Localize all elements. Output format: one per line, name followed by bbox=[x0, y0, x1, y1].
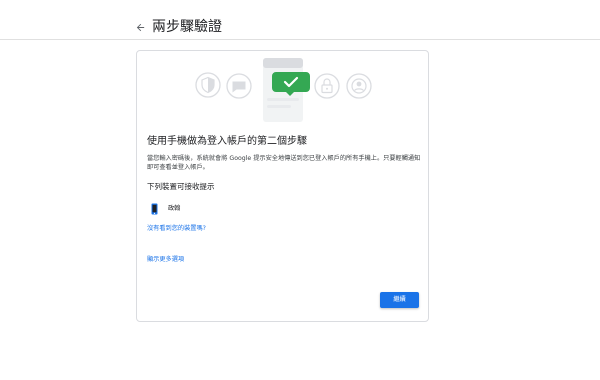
missing-device-link[interactable]: 沒有看到您的裝置嗎? bbox=[147, 224, 206, 234]
more-options-link[interactable]: 顯示更多選項 bbox=[147, 255, 184, 265]
page-title: 兩步驟驗證 bbox=[152, 19, 222, 35]
phone-icon bbox=[151, 203, 158, 215]
illustration bbox=[195, 58, 372, 122]
person-icon bbox=[346, 73, 372, 99]
card-heading: 使用手機做為登入帳戶的第二個步驟 bbox=[147, 136, 307, 147]
back-button[interactable] bbox=[130, 17, 150, 37]
arrow-back-icon bbox=[136, 23, 144, 31]
devices-label: 下列裝置可接收提示 bbox=[147, 182, 215, 191]
lock-icon bbox=[314, 73, 340, 99]
device-name: 政翰 bbox=[168, 205, 181, 212]
shield-icon bbox=[195, 72, 221, 98]
chat-icon bbox=[226, 73, 252, 99]
card-description: 當您輸入密碼後，系統就會將 Google 提示安全地傳送到您已登入帳戶的所有手機… bbox=[147, 155, 421, 171]
continue-button[interactable]: 繼續 bbox=[380, 292, 419, 308]
top-bar: 兩步驟驗證 bbox=[0, 0, 600, 40]
device-item: 政翰 bbox=[151, 202, 180, 216]
two-step-card: 使用手機做為登入帳戶的第二個步驟 當您輸入密碼後，系統就會將 Google 提示… bbox=[136, 50, 429, 322]
